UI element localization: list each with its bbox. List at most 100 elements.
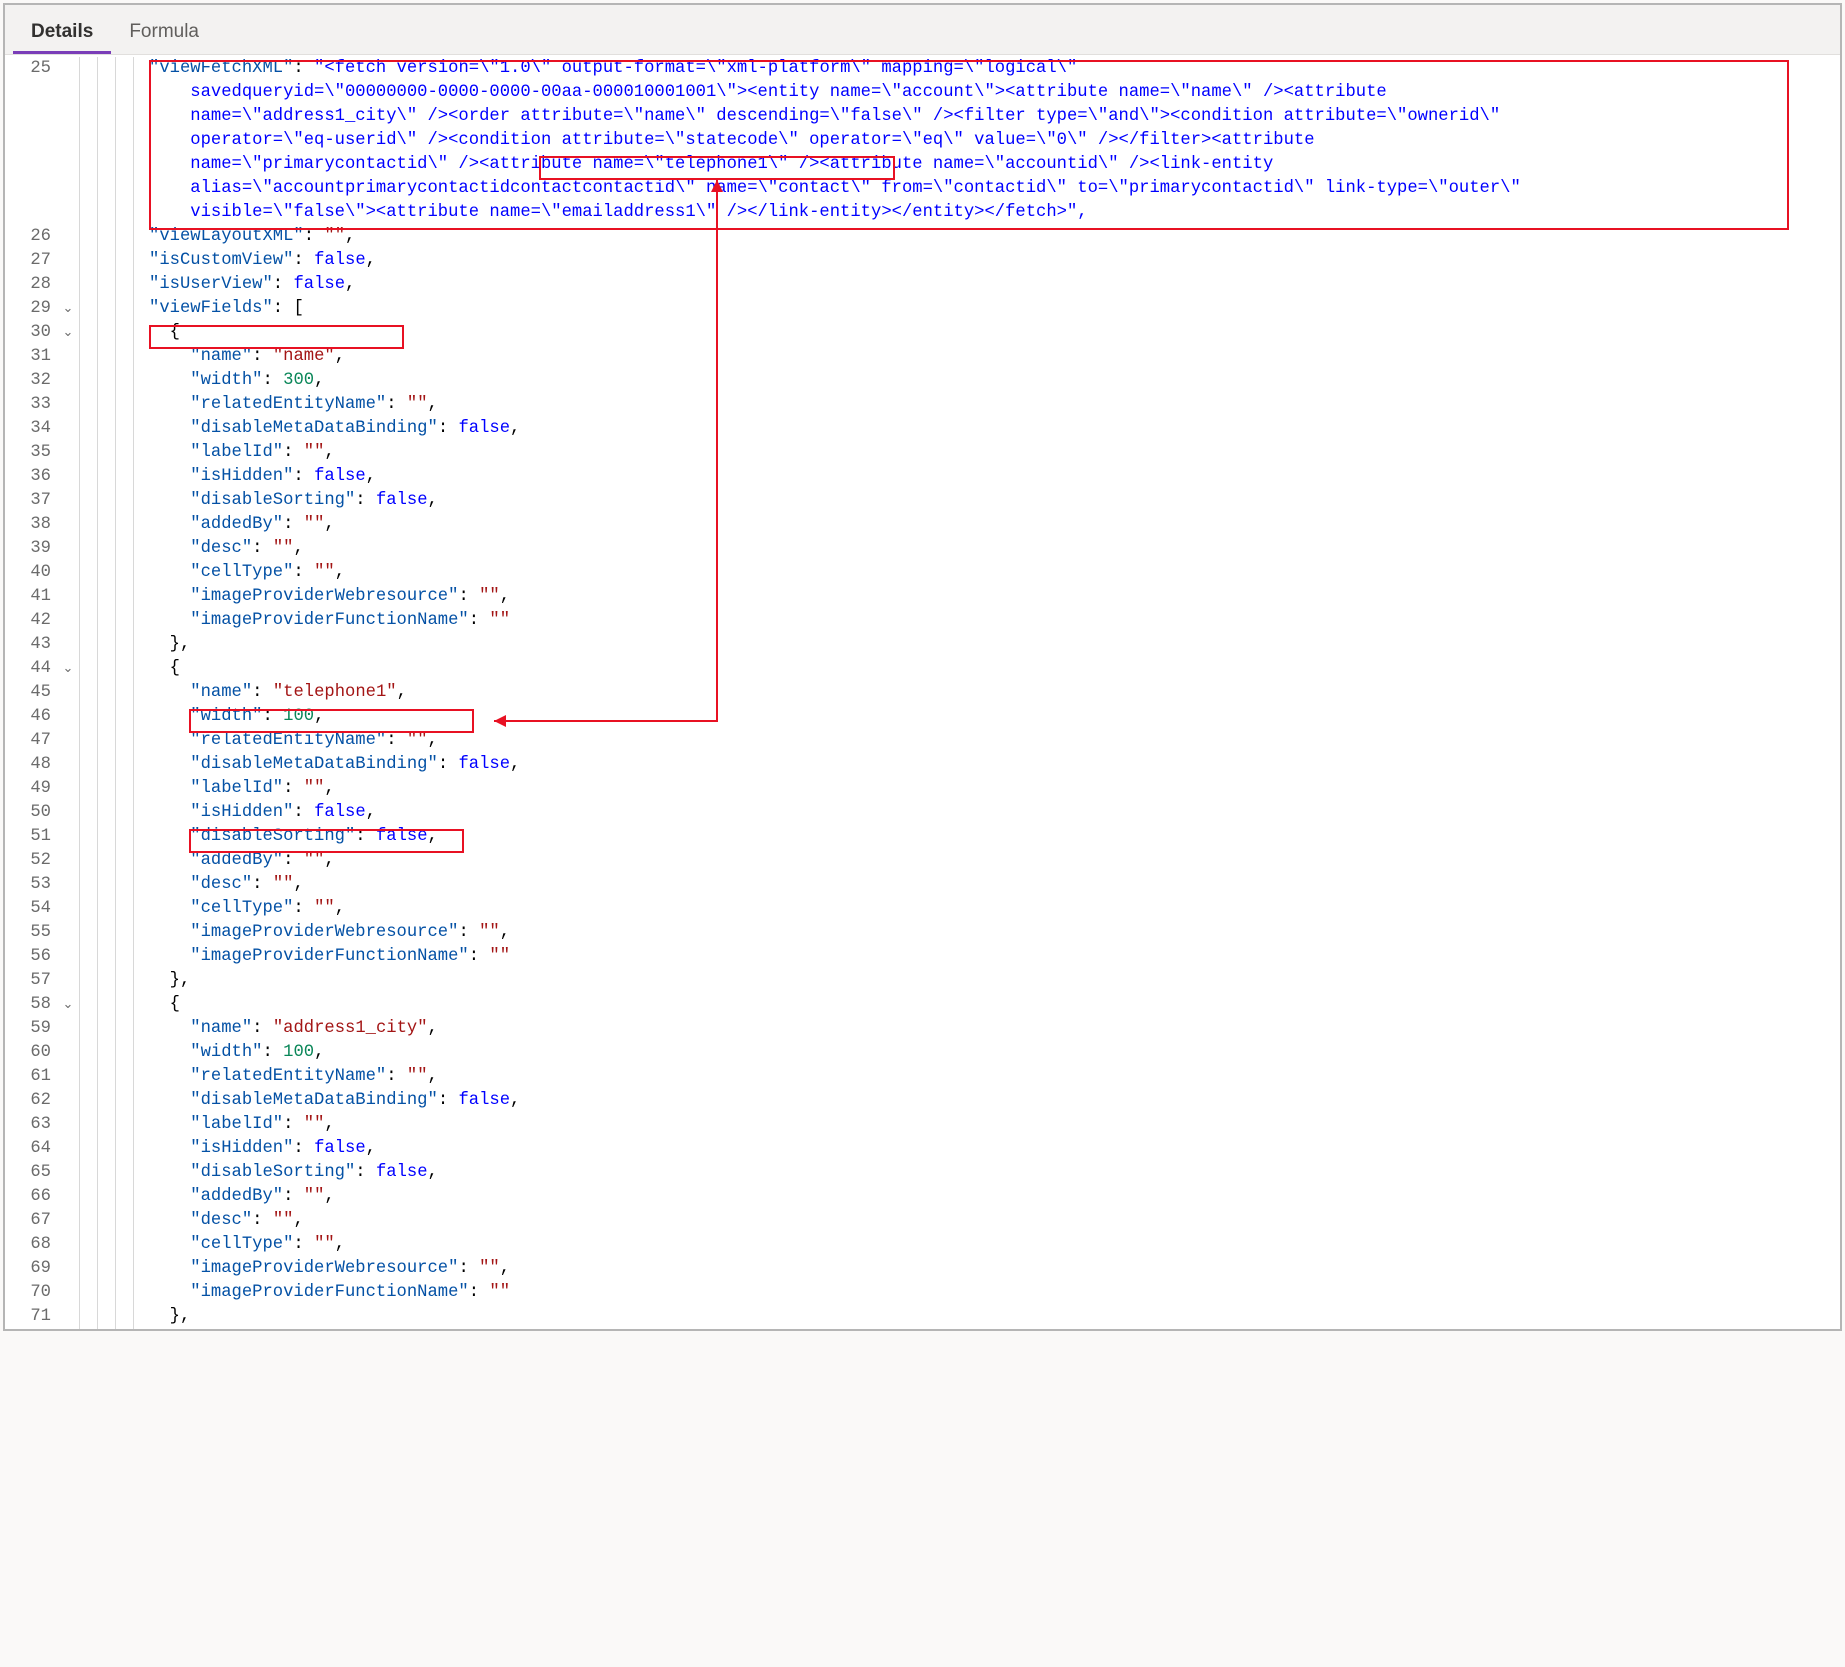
code-line[interactable]: "width": 100, bbox=[149, 705, 1832, 729]
code-line[interactable]: "imageProviderWebresource": "", bbox=[149, 585, 1832, 609]
code-line[interactable]: "disableMetaDataBinding": false, bbox=[149, 1089, 1832, 1113]
line-number: 50 bbox=[5, 801, 51, 825]
code-line[interactable]: "labelId": "", bbox=[149, 777, 1832, 801]
code-line[interactable]: "labelId": "", bbox=[149, 441, 1832, 465]
line-number: 28 bbox=[5, 273, 51, 297]
fold-toggle-icon[interactable]: ⌄ bbox=[59, 297, 77, 321]
code-line[interactable]: { bbox=[149, 321, 1832, 345]
line-number: 25 bbox=[5, 57, 51, 225]
code-line[interactable]: { bbox=[149, 993, 1832, 1017]
code-line[interactable]: "name": "name", bbox=[149, 345, 1832, 369]
line-number: 63 bbox=[5, 1113, 51, 1137]
code-line[interactable]: "imageProviderWebresource": "", bbox=[149, 921, 1832, 945]
line-number: 37 bbox=[5, 489, 51, 513]
code-line[interactable]: "isHidden": false, bbox=[149, 801, 1832, 825]
code-line[interactable]: }, bbox=[149, 633, 1832, 657]
line-number: 48 bbox=[5, 753, 51, 777]
code-line[interactable]: }, bbox=[149, 1305, 1832, 1329]
line-number: 33 bbox=[5, 393, 51, 417]
line-number: 34 bbox=[5, 417, 51, 441]
line-number: 56 bbox=[5, 945, 51, 969]
code-column[interactable]: "viewFetchXML": "<fetch version=\"1.0\" … bbox=[149, 57, 1840, 1329]
line-number: 69 bbox=[5, 1257, 51, 1281]
code-line[interactable]: "desc": "", bbox=[149, 873, 1832, 897]
code-line[interactable]: "isHidden": false, bbox=[149, 465, 1832, 489]
line-number: 40 bbox=[5, 561, 51, 585]
fold-toggle-icon[interactable]: ⌄ bbox=[59, 657, 77, 681]
code-line[interactable]: "relatedEntityName": "", bbox=[149, 393, 1832, 417]
code-line[interactable]: }, bbox=[149, 969, 1832, 993]
code-line[interactable]: "relatedEntityName": "", bbox=[149, 729, 1832, 753]
line-number: 62 bbox=[5, 1089, 51, 1113]
line-number: 32 bbox=[5, 369, 51, 393]
fold-toggle-icon[interactable]: ⌄ bbox=[59, 321, 77, 345]
code-line[interactable]: "name": "telephone1", bbox=[149, 681, 1832, 705]
line-number: 59 bbox=[5, 1017, 51, 1041]
code-line[interactable]: "width": 300, bbox=[149, 369, 1832, 393]
code-line[interactable]: "name": "address1_city", bbox=[149, 1017, 1832, 1041]
code-line[interactable]: "isHidden": false, bbox=[149, 1137, 1832, 1161]
line-number: 52 bbox=[5, 849, 51, 873]
line-number: 39 bbox=[5, 537, 51, 561]
code-line[interactable]: "imageProviderFunctionName": "" bbox=[149, 609, 1832, 633]
code-editor[interactable]: 2526272829303132333435363738394041424344… bbox=[5, 55, 1840, 1329]
tab-details[interactable]: Details bbox=[13, 11, 111, 54]
code-line[interactable]: "disableSorting": false, bbox=[149, 825, 1832, 849]
code-line[interactable]: "isCustomView": false, bbox=[149, 249, 1832, 273]
code-line[interactable]: "viewFields": [ bbox=[149, 297, 1832, 321]
line-number: 54 bbox=[5, 897, 51, 921]
code-line[interactable]: "cellType": "", bbox=[149, 897, 1832, 921]
code-line[interactable]: "disableMetaDataBinding": false, bbox=[149, 417, 1832, 441]
tab-formula[interactable]: Formula bbox=[111, 11, 217, 54]
fold-toggle-icon[interactable]: ⌄ bbox=[59, 993, 77, 1017]
line-number: 42 bbox=[5, 609, 51, 633]
fold-column[interactable]: ⌄⌄⌄⌄ bbox=[59, 57, 77, 1329]
line-number: 58 bbox=[5, 993, 51, 1017]
code-line[interactable]: "desc": "", bbox=[149, 1209, 1832, 1233]
code-line[interactable]: "width": 100, bbox=[149, 1041, 1832, 1065]
line-number: 38 bbox=[5, 513, 51, 537]
line-number: 26 bbox=[5, 225, 51, 249]
line-number: 55 bbox=[5, 921, 51, 945]
line-number: 53 bbox=[5, 873, 51, 897]
line-number: 29 bbox=[5, 297, 51, 321]
code-line[interactable]: "relatedEntityName": "", bbox=[149, 1065, 1832, 1089]
line-number: 60 bbox=[5, 1041, 51, 1065]
line-number: 65 bbox=[5, 1161, 51, 1185]
code-line[interactable]: "addedBy": "", bbox=[149, 1185, 1832, 1209]
code-line[interactable]: "cellType": "", bbox=[149, 1233, 1832, 1257]
code-line[interactable]: "addedBy": "", bbox=[149, 849, 1832, 873]
line-number: 66 bbox=[5, 1185, 51, 1209]
line-number: 61 bbox=[5, 1065, 51, 1089]
code-line[interactable]: "viewFetchXML": "<fetch version=\"1.0\" … bbox=[149, 57, 1832, 225]
code-line[interactable]: "desc": "", bbox=[149, 537, 1832, 561]
line-number: 47 bbox=[5, 729, 51, 753]
code-line[interactable]: "cellType": "", bbox=[149, 561, 1832, 585]
code-line[interactable]: "imageProviderFunctionName": "" bbox=[149, 1281, 1832, 1305]
code-line[interactable]: "viewLayoutXML": "", bbox=[149, 225, 1832, 249]
code-line[interactable]: "disableMetaDataBinding": false, bbox=[149, 753, 1832, 777]
code-line[interactable]: "disableSorting": false, bbox=[149, 489, 1832, 513]
code-line[interactable]: "imageProviderWebresource": "", bbox=[149, 1257, 1832, 1281]
line-number: 71 bbox=[5, 1305, 51, 1329]
line-number: 27 bbox=[5, 249, 51, 273]
line-number: 67 bbox=[5, 1209, 51, 1233]
line-number: 31 bbox=[5, 345, 51, 369]
line-number: 45 bbox=[5, 681, 51, 705]
line-number: 41 bbox=[5, 585, 51, 609]
line-number: 68 bbox=[5, 1233, 51, 1257]
code-line[interactable]: "imageProviderFunctionName": "" bbox=[149, 945, 1832, 969]
editor-window: Details Formula 252627282930313233343536… bbox=[3, 3, 1842, 1331]
code-line[interactable]: "labelId": "", bbox=[149, 1113, 1832, 1137]
code-line[interactable]: "disableSorting": false, bbox=[149, 1161, 1832, 1185]
line-number: 51 bbox=[5, 825, 51, 849]
line-number: 49 bbox=[5, 777, 51, 801]
code-line[interactable]: "isUserView": false, bbox=[149, 273, 1832, 297]
line-number: 44 bbox=[5, 657, 51, 681]
code-line[interactable]: { bbox=[149, 657, 1832, 681]
line-number: 35 bbox=[5, 441, 51, 465]
code-line[interactable]: "addedBy": "", bbox=[149, 513, 1832, 537]
line-number: 46 bbox=[5, 705, 51, 729]
line-number: 30 bbox=[5, 321, 51, 345]
line-number-gutter: 2526272829303132333435363738394041424344… bbox=[5, 57, 59, 1329]
